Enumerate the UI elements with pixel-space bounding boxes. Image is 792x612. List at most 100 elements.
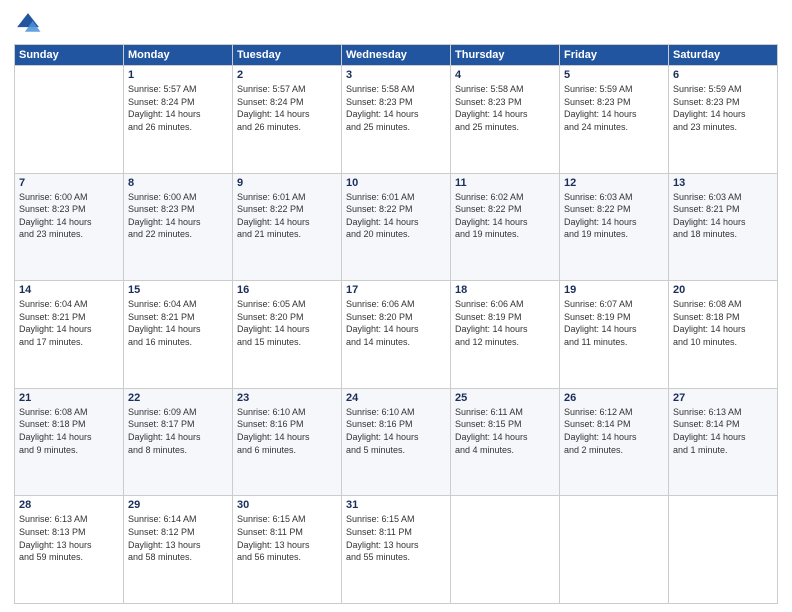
day-number: 14 [19, 284, 119, 296]
calendar-cell: 19 Sunrise: 6:07 AMSunset: 8:19 PMDayligh… [560, 281, 669, 389]
cell-details: Sunrise: 5:59 AMSunset: 8:23 PMDaylight:… [673, 83, 773, 133]
day-number: 4 [455, 69, 555, 81]
cell-details: Sunrise: 5:58 AMSunset: 8:23 PMDaylight:… [455, 83, 555, 133]
day-number: 16 [237, 284, 337, 296]
calendar-header-row: SundayMondayTuesdayWednesdayThursdayFrid… [15, 45, 778, 66]
calendar-cell: 8 Sunrise: 6:00 AMSunset: 8:23 PMDaylight… [124, 173, 233, 281]
cell-details: Sunrise: 6:13 AMSunset: 8:14 PMDaylight:… [673, 406, 773, 456]
cell-details: Sunrise: 6:13 AMSunset: 8:13 PMDaylight:… [19, 513, 119, 563]
day-number: 30 [237, 499, 337, 511]
day-number: 3 [346, 69, 446, 81]
cell-details: Sunrise: 6:07 AMSunset: 8:19 PMDaylight:… [564, 298, 664, 348]
calendar-cell: 6 Sunrise: 5:59 AMSunset: 8:23 PMDaylight… [669, 66, 778, 174]
cell-details: Sunrise: 6:02 AMSunset: 8:22 PMDaylight:… [455, 191, 555, 241]
day-number: 21 [19, 392, 119, 404]
calendar-cell: 10 Sunrise: 6:01 AMSunset: 8:22 PMDayligh… [342, 173, 451, 281]
cell-details: Sunrise: 6:15 AMSunset: 8:11 PMDaylight:… [346, 513, 446, 563]
calendar-cell: 3 Sunrise: 5:58 AMSunset: 8:23 PMDaylight… [342, 66, 451, 174]
cell-details: Sunrise: 5:58 AMSunset: 8:23 PMDaylight:… [346, 83, 446, 133]
day-number: 8 [128, 177, 228, 189]
day-number: 13 [673, 177, 773, 189]
calendar-cell: 31Sunrise: 6:15 AMSunset: 8:11 PMDayligh… [342, 496, 451, 604]
day-header-wednesday: Wednesday [342, 45, 451, 66]
cell-details: Sunrise: 6:15 AMSunset: 8:11 PMDaylight:… [237, 513, 337, 563]
cell-details: Sunrise: 6:04 AMSunset: 8:21 PMDaylight:… [19, 298, 119, 348]
day-header-saturday: Saturday [669, 45, 778, 66]
cell-details: Sunrise: 6:14 AMSunset: 8:12 PMDaylight:… [128, 513, 228, 563]
calendar-cell [669, 496, 778, 604]
week-row-0: 1 Sunrise: 5:57 AMSunset: 8:24 PMDaylight… [15, 66, 778, 174]
calendar-cell: 7 Sunrise: 6:00 AMSunset: 8:23 PMDaylight… [15, 173, 124, 281]
calendar-cell: 13 Sunrise: 6:03 AMSunset: 8:21 PMDayligh… [669, 173, 778, 281]
cell-details: Sunrise: 6:08 AMSunset: 8:18 PMDaylight:… [673, 298, 773, 348]
calendar-cell: 18Sunrise: 6:06 AMSunset: 8:19 PMDayligh… [451, 281, 560, 389]
day-number: 29 [128, 499, 228, 511]
cell-details: Sunrise: 5:57 AMSunset: 8:24 PMDaylight:… [237, 83, 337, 133]
calendar-cell: 30 Sunrise: 6:15 AMSunset: 8:11 PMDayligh… [233, 496, 342, 604]
cell-details: Sunrise: 6:01 AMSunset: 8:22 PMDaylight:… [346, 191, 446, 241]
cell-details: Sunrise: 6:12 AMSunset: 8:14 PMDaylight:… [564, 406, 664, 456]
cell-details: Sunrise: 6:00 AMSunset: 8:23 PMDaylight:… [19, 191, 119, 241]
cell-details: Sunrise: 6:05 AMSunset: 8:20 PMDaylight:… [237, 298, 337, 348]
calendar-cell: 17 Sunrise: 6:06 AMSunset: 8:20 PMDayligh… [342, 281, 451, 389]
week-row-1: 7 Sunrise: 6:00 AMSunset: 8:23 PMDaylight… [15, 173, 778, 281]
calendar-cell: 4 Sunrise: 5:58 AMSunset: 8:23 PMDaylight… [451, 66, 560, 174]
calendar-cell: 16 Sunrise: 6:05 AMSunset: 8:20 PMDayligh… [233, 281, 342, 389]
day-number: 11 [455, 177, 555, 189]
logo-icon [14, 10, 42, 38]
calendar-cell: 22 Sunrise: 6:09 AMSunset: 8:17 PMDayligh… [124, 388, 233, 496]
cell-details: Sunrise: 6:10 AMSunset: 8:16 PMDaylight:… [346, 406, 446, 456]
cell-details: Sunrise: 6:06 AMSunset: 8:20 PMDaylight:… [346, 298, 446, 348]
day-number: 23 [237, 392, 337, 404]
cell-details: Sunrise: 6:09 AMSunset: 8:17 PMDaylight:… [128, 406, 228, 456]
cell-details: Sunrise: 6:04 AMSunset: 8:21 PMDaylight:… [128, 298, 228, 348]
cell-details: Sunrise: 6:03 AMSunset: 8:22 PMDaylight:… [564, 191, 664, 241]
cell-details: Sunrise: 6:11 AMSunset: 8:15 PMDaylight:… [455, 406, 555, 456]
day-header-sunday: Sunday [15, 45, 124, 66]
day-header-thursday: Thursday [451, 45, 560, 66]
calendar-cell: 11 Sunrise: 6:02 AMSunset: 8:22 PMDayligh… [451, 173, 560, 281]
calendar-cell: 25Sunrise: 6:11 AMSunset: 8:15 PMDayligh… [451, 388, 560, 496]
day-number: 28 [19, 499, 119, 511]
day-number: 2 [237, 69, 337, 81]
day-number: 9 [237, 177, 337, 189]
day-number: 7 [19, 177, 119, 189]
calendar-cell: 24 Sunrise: 6:10 AMSunset: 8:16 PMDayligh… [342, 388, 451, 496]
calendar-cell: 29 Sunrise: 6:14 AMSunset: 8:12 PMDayligh… [124, 496, 233, 604]
day-number: 24 [346, 392, 446, 404]
calendar-cell [560, 496, 669, 604]
calendar-cell: 23 Sunrise: 6:10 AMSunset: 8:16 PMDayligh… [233, 388, 342, 496]
week-row-4: 28 Sunrise: 6:13 AMSunset: 8:13 PMDayligh… [15, 496, 778, 604]
cell-details: Sunrise: 6:03 AMSunset: 8:21 PMDaylight:… [673, 191, 773, 241]
day-number: 12 [564, 177, 664, 189]
calendar-cell: 15Sunrise: 6:04 AMSunset: 8:21 PMDayligh… [124, 281, 233, 389]
calendar-cell: 26 Sunrise: 6:12 AMSunset: 8:14 PMDayligh… [560, 388, 669, 496]
day-number: 19 [564, 284, 664, 296]
day-number: 17 [346, 284, 446, 296]
cell-details: Sunrise: 5:59 AMSunset: 8:23 PMDaylight:… [564, 83, 664, 133]
calendar-cell [15, 66, 124, 174]
cell-details: Sunrise: 6:06 AMSunset: 8:19 PMDaylight:… [455, 298, 555, 348]
calendar: SundayMondayTuesdayWednesdayThursdayFrid… [14, 44, 778, 604]
logo [14, 10, 46, 38]
day-number: 1 [128, 69, 228, 81]
day-number: 5 [564, 69, 664, 81]
calendar-cell [451, 496, 560, 604]
cell-details: Sunrise: 5:57 AMSunset: 8:24 PMDaylight:… [128, 83, 228, 133]
day-number: 22 [128, 392, 228, 404]
day-number: 10 [346, 177, 446, 189]
week-row-3: 21Sunrise: 6:08 AMSunset: 8:18 PMDayligh… [15, 388, 778, 496]
calendar-cell: 14 Sunrise: 6:04 AMSunset: 8:21 PMDayligh… [15, 281, 124, 389]
header [14, 10, 778, 38]
calendar-cell: 2 Sunrise: 5:57 AMSunset: 8:24 PMDaylight… [233, 66, 342, 174]
calendar-cell: 12 Sunrise: 6:03 AMSunset: 8:22 PMDayligh… [560, 173, 669, 281]
week-row-2: 14 Sunrise: 6:04 AMSunset: 8:21 PMDayligh… [15, 281, 778, 389]
page: SundayMondayTuesdayWednesdayThursdayFrid… [0, 0, 792, 612]
day-number: 26 [564, 392, 664, 404]
calendar-cell: 27Sunrise: 6:13 AMSunset: 8:14 PMDayligh… [669, 388, 778, 496]
cell-details: Sunrise: 6:10 AMSunset: 8:16 PMDaylight:… [237, 406, 337, 456]
cell-details: Sunrise: 6:01 AMSunset: 8:22 PMDaylight:… [237, 191, 337, 241]
calendar-cell: 28 Sunrise: 6:13 AMSunset: 8:13 PMDayligh… [15, 496, 124, 604]
cell-details: Sunrise: 6:00 AMSunset: 8:23 PMDaylight:… [128, 191, 228, 241]
day-number: 6 [673, 69, 773, 81]
